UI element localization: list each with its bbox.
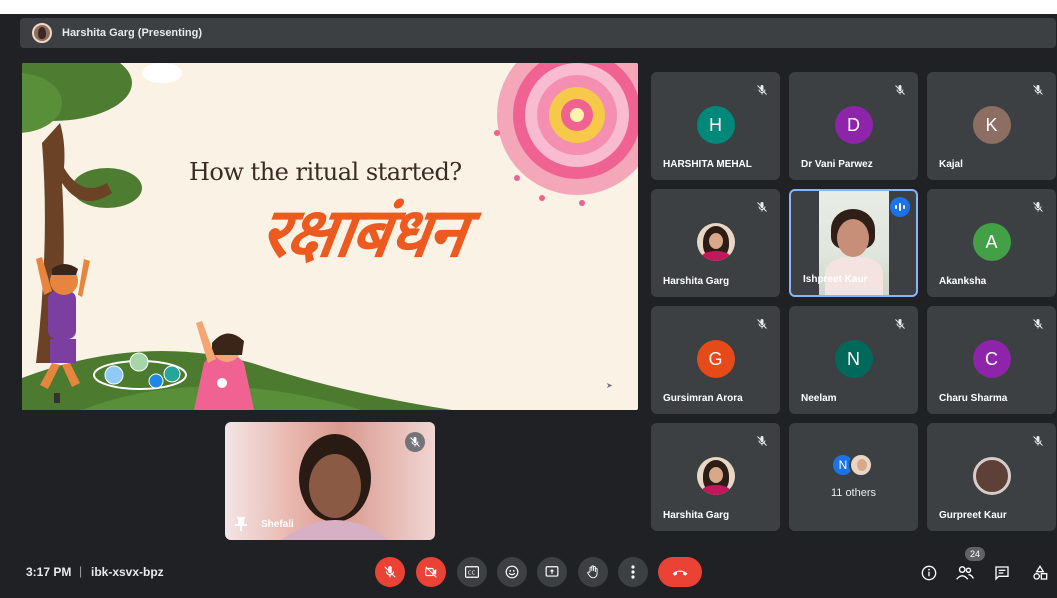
people-button[interactable] xyxy=(954,562,976,584)
present-icon xyxy=(545,566,559,577)
mic-off-icon xyxy=(890,80,910,100)
participant-tile[interactable]: Gurpreet Kaur xyxy=(927,423,1056,531)
participant-tile[interactable]: D Dr Vani Parwez xyxy=(789,72,918,180)
meeting-controls-bar: 3:17 PM | ibk-xsvx-bpz CC 24 xyxy=(0,547,1057,598)
mic-toggle-button[interactable] xyxy=(375,557,405,587)
participant-name: Kajal xyxy=(939,159,963,170)
end-call-button[interactable] xyxy=(658,557,702,587)
mic-off-icon xyxy=(752,197,772,217)
participant-tile[interactable]: A Akanksha xyxy=(927,189,1056,297)
participant-tile-speaking[interactable]: Ishpreet Kaur xyxy=(789,189,918,297)
present-now-button[interactable] xyxy=(537,557,567,587)
mic-off-icon xyxy=(752,80,772,100)
pin-icon[interactable] xyxy=(235,517,247,531)
chat-button[interactable] xyxy=(991,562,1013,584)
more-options-icon xyxy=(631,565,635,579)
avatar xyxy=(696,223,735,261)
participant-name: Ishpreet Kaur xyxy=(803,274,868,285)
svg-text:CC: CC xyxy=(468,570,476,576)
avatar xyxy=(696,457,735,495)
mic-off-icon xyxy=(384,566,396,578)
more-options-button[interactable] xyxy=(618,557,648,587)
participant-tile[interactable]: H HARSHITA MEHAL xyxy=(651,72,780,180)
participant-tile[interactable]: G Gursimran Arora xyxy=(651,306,780,414)
window-top-strip xyxy=(0,0,1057,14)
self-video-feed xyxy=(281,434,389,540)
meeting-info-button[interactable] xyxy=(918,562,940,584)
participant-name: Harshita Garg xyxy=(663,510,730,521)
mic-off-icon xyxy=(752,314,772,334)
avatar: G xyxy=(696,340,735,378)
activities-icon xyxy=(1033,565,1048,580)
participant-name: Gurpreet Kaur xyxy=(939,510,1007,521)
mic-off-icon xyxy=(1028,80,1048,100)
participant-tile[interactable]: Harshita Garg xyxy=(651,189,780,297)
captions-icon: CC xyxy=(465,566,479,578)
slide-title: How the ritual started? xyxy=(189,158,462,186)
participant-tile[interactable]: N Neelam xyxy=(789,306,918,414)
mic-off-icon xyxy=(752,431,772,451)
avatar: C xyxy=(972,340,1011,378)
presentation-slide: How the ritual started? रक्षाबंधन ➤ xyxy=(22,63,638,410)
participant-grid: H HARSHITA MEHAL D Dr Vani Parwez K Kaja… xyxy=(651,72,1056,532)
mic-off-icon xyxy=(1028,314,1048,334)
end-call-icon xyxy=(672,570,688,576)
meeting-code[interactable]: ibk-xsvx-bpz xyxy=(91,565,164,579)
participant-count-badge: 24 xyxy=(965,547,985,561)
self-name-label: Shefali xyxy=(261,519,294,530)
avatar: A xyxy=(972,223,1011,261)
participant-name: Akanksha xyxy=(939,276,987,287)
avatar: D xyxy=(834,106,873,144)
presenter-label: Harshita Garg (Presenting) xyxy=(62,27,202,39)
chat-icon xyxy=(995,566,1009,581)
self-mic-off-icon xyxy=(405,432,425,452)
activities-button[interactable] xyxy=(1029,562,1051,584)
mouse-cursor-icon: ➤ xyxy=(606,381,613,390)
participant-tile[interactable]: Harshita Garg xyxy=(651,423,780,531)
participant-name: Dr Vani Parwez xyxy=(801,159,873,170)
presenter-avatar xyxy=(32,23,52,43)
avatar xyxy=(972,457,1011,495)
participant-tile[interactable]: K Kajal xyxy=(927,72,1056,180)
emoji-reaction-button[interactable] xyxy=(497,557,527,587)
participant-name: Gursimran Arora xyxy=(663,393,743,404)
participant-tile[interactable]: C Charu Sharma xyxy=(927,306,1056,414)
mic-off-icon xyxy=(890,314,910,334)
participant-name: Charu Sharma xyxy=(939,393,1008,404)
emoji-icon xyxy=(505,565,519,579)
others-count-label: 11 others xyxy=(830,487,877,499)
participant-name: Harshita Garg xyxy=(663,276,730,287)
raise-hand-button[interactable] xyxy=(578,557,608,587)
info-icon xyxy=(921,565,937,581)
mic-off-icon xyxy=(1028,197,1048,217)
avatar xyxy=(849,453,873,477)
camera-toggle-button[interactable] xyxy=(416,557,446,587)
speaking-indicator-icon xyxy=(890,197,910,217)
mic-off-icon xyxy=(1028,431,1048,451)
participant-name: Neelam xyxy=(801,393,837,404)
avatar: H xyxy=(696,106,735,144)
participant-name: HARSHITA MEHAL xyxy=(663,159,752,170)
captions-button[interactable]: CC xyxy=(457,557,487,587)
presenter-bar[interactable]: Harshita Garg (Presenting) xyxy=(20,18,1056,48)
meeting-time: 3:17 PM xyxy=(26,565,72,579)
meeting-separator: | xyxy=(79,564,83,578)
others-avatar-stack: N xyxy=(831,453,877,479)
avatar: N xyxy=(834,340,873,378)
raise-hand-icon xyxy=(587,565,598,579)
people-icon xyxy=(956,566,974,580)
self-view-tile[interactable]: Shefali xyxy=(225,422,435,540)
avatar: K xyxy=(972,106,1011,144)
others-tile[interactable]: N 11 others xyxy=(789,423,918,531)
slide-hindi-title: रक्षाबंधन xyxy=(255,194,470,273)
camera-off-icon xyxy=(425,566,437,578)
